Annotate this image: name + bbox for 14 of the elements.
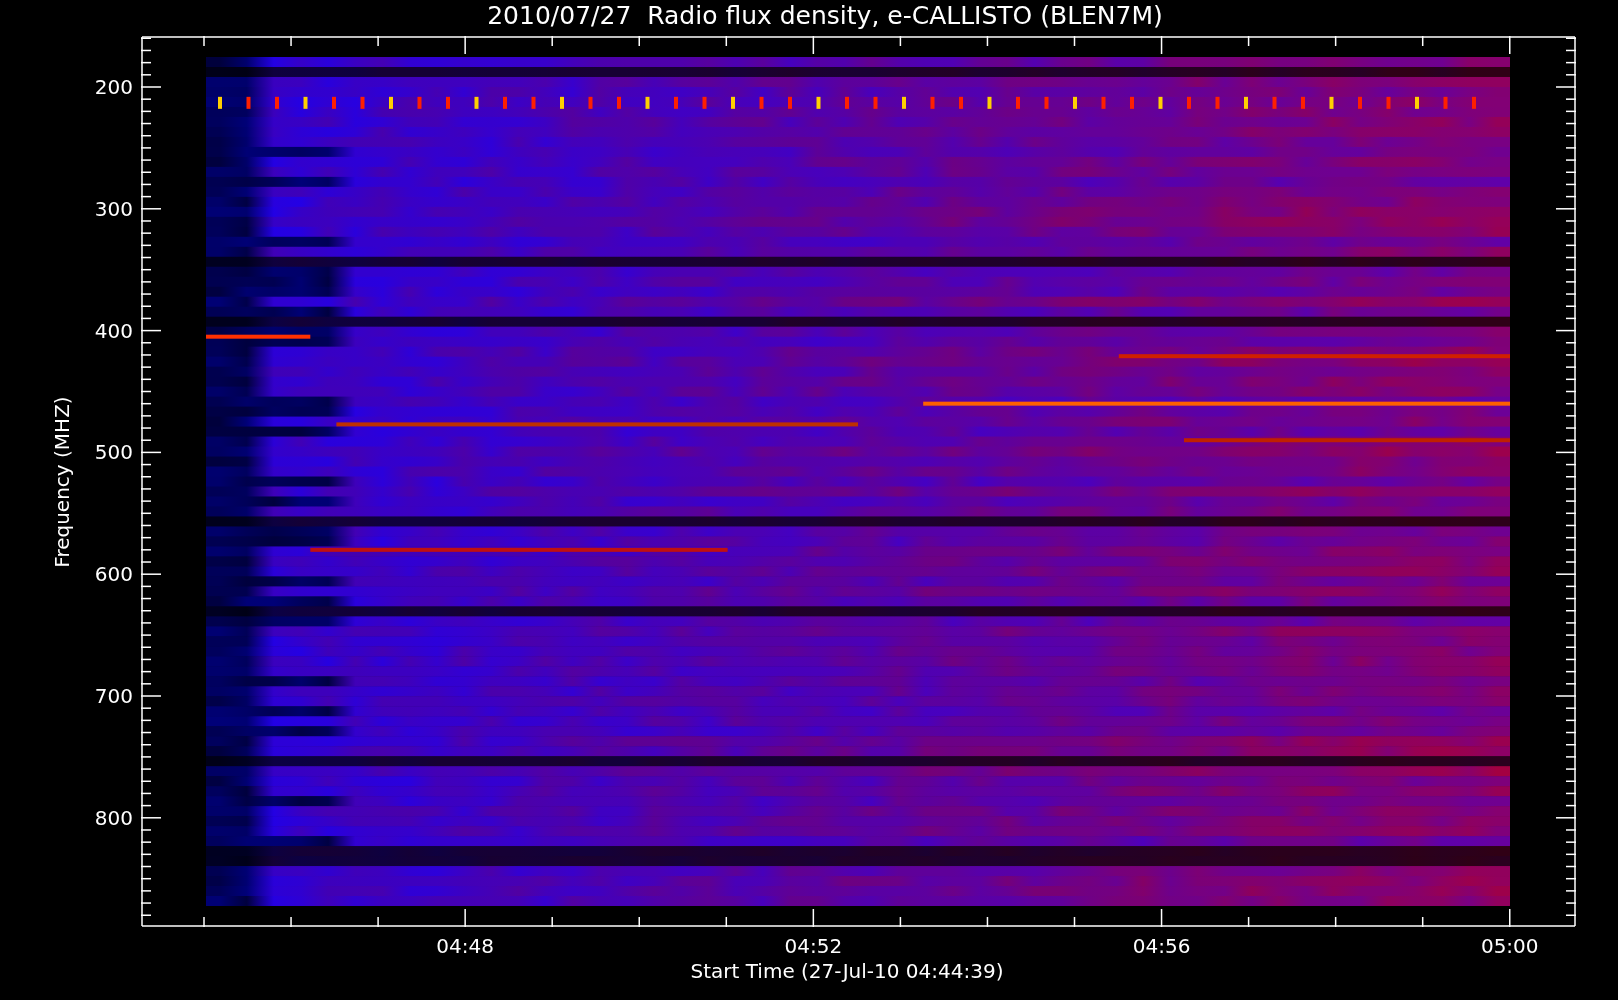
y-tick-label: 200 — [93, 75, 133, 99]
x-tick-label: 04:52 — [783, 934, 844, 958]
chart-title: 2010/07/27 Radio flux density, e-CALLISTO (BLEN7M) — [486, 1, 1163, 31]
y-tick-label: 600 — [93, 562, 133, 587]
y-axis-label: Frequency (MHZ) — [50, 395, 74, 570]
y-tick-label: 800 — [93, 805, 133, 830]
y-tick-label: 400 — [93, 318, 133, 343]
x-tick-label: 05:00 — [1479, 934, 1540, 958]
x-axis-label: Start Time (27-Jul-10 04:44:39) — [689, 959, 1005, 983]
y-tick-label: 700 — [93, 684, 133, 708]
y-tick-label: 300 — [93, 196, 133, 221]
x-tick-label: 04:56 — [1131, 934, 1192, 958]
y-tick-label: 500 — [93, 440, 133, 465]
x-tick-label: 04:48 — [435, 934, 495, 958]
